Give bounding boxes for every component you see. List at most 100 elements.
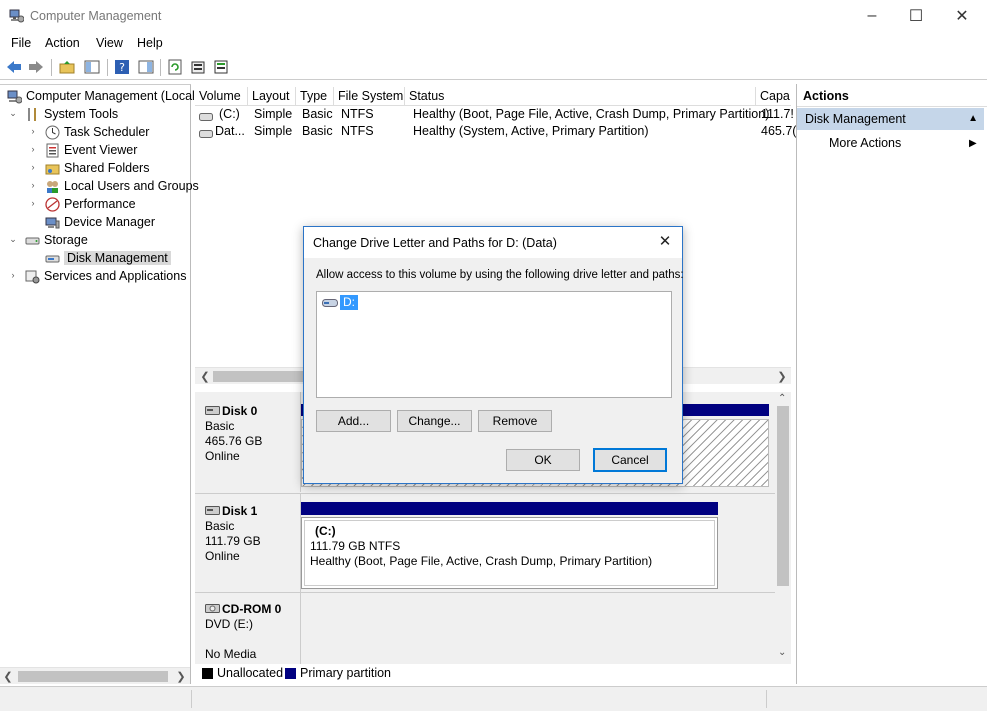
column-volume[interactable]: Volume	[195, 87, 248, 106]
storage-icon	[24, 232, 40, 248]
cancel-button[interactable]: Cancel	[593, 448, 667, 472]
status-bar	[0, 686, 987, 711]
list-item[interactable]: D:	[322, 295, 358, 310]
scroll-right-icon[interactable]: ❯	[775, 370, 789, 383]
tree-task-scheduler[interactable]: Task Scheduler	[44, 123, 149, 141]
tree-disk-management[interactable]: Disk Management	[44, 249, 171, 267]
computer-management-icon	[9, 8, 25, 23]
toolbar-separator	[51, 59, 52, 76]
disk-1-info[interactable]: Disk 1 Basic 111.79 GB Online	[196, 504, 299, 564]
ok-button[interactable]: OK	[506, 449, 580, 471]
users-icon	[44, 178, 60, 194]
chevron-right-icon[interactable]: ›	[28, 180, 38, 190]
column-status[interactable]: Status	[405, 87, 756, 106]
menu-view[interactable]: View	[96, 36, 123, 50]
menu-file[interactable]: File	[11, 36, 31, 50]
chevron-right-icon[interactable]: ›	[28, 198, 38, 208]
toolbar-separator	[160, 59, 161, 76]
tree-device-manager[interactable]: Device Manager	[44, 213, 155, 231]
tree-performance[interactable]: Performance	[44, 195, 136, 213]
maximize-button[interactable]: ☐	[893, 0, 939, 32]
cdrom-0-info[interactable]: CD-ROM 0 DVD (E:) No Media	[196, 602, 299, 662]
actions-pane: Actions Disk Management ▲ More Actions ▶	[796, 84, 987, 684]
drive-letter-list[interactable]: D:	[316, 291, 672, 398]
services-icon	[24, 268, 40, 284]
tree-event-viewer[interactable]: Event Viewer	[44, 141, 137, 159]
show-hide-console-tree-icon[interactable]	[83, 58, 101, 76]
change-button[interactable]: Change...	[397, 410, 472, 432]
volume-drive-icon	[199, 110, 213, 124]
tree-local-users[interactable]: Local Users and Groups	[44, 177, 199, 195]
shared-folder-icon	[44, 160, 60, 176]
tree-shared-folders[interactable]: Shared Folders	[44, 159, 149, 177]
dialog-close-icon[interactable]: ✕	[656, 233, 674, 251]
scroll-thumb[interactable]	[777, 406, 789, 586]
tree-services[interactable]: Services and Applications	[24, 267, 186, 285]
refresh-icon[interactable]	[166, 58, 184, 76]
chevron-right-icon[interactable]: ›	[8, 270, 18, 280]
more-actions-item[interactable]: More Actions	[829, 136, 901, 150]
column-layout[interactable]: Layout	[248, 87, 296, 106]
divider	[191, 690, 192, 708]
drive-icon	[322, 298, 338, 308]
menu-action[interactable]: Action	[45, 36, 80, 50]
tree-root[interactable]: Computer Management (Local	[6, 87, 195, 105]
column-file-system[interactable]: File System	[334, 87, 405, 106]
properties-icon[interactable]	[189, 58, 207, 76]
primary-partition-bar	[301, 502, 718, 515]
up-folder-icon[interactable]	[58, 58, 76, 76]
actions-header: Actions	[797, 86, 987, 107]
column-capacity[interactable]: Capa	[756, 87, 791, 106]
export-list-icon[interactable]	[212, 58, 230, 76]
add-button[interactable]: Add...	[316, 410, 391, 432]
back-arrow-icon[interactable]	[5, 58, 23, 76]
chevron-right-icon[interactable]: ›	[28, 126, 38, 136]
disk-management-icon	[44, 250, 60, 266]
chevron-down-icon[interactable]: ⌄	[8, 108, 18, 119]
menu-help[interactable]: Help	[137, 36, 163, 50]
table-row[interactable]: (C:) Simple Basic NTFS Healthy (Boot, Pa…	[195, 106, 794, 124]
unallocated-swatch	[202, 668, 213, 679]
title-bar: Computer Management – ☐ ✕	[0, 0, 987, 32]
table-row[interactable]: Dat... Simple Basic NTFS Healthy (System…	[195, 123, 796, 141]
collapse-arrow-icon[interactable]: ▲	[968, 108, 978, 130]
disk-1-partition-c[interactable]: (C:) 111.79 GB NTFS Healthy (Boot, Page …	[301, 517, 718, 589]
menu-bar: File Action View Help	[0, 33, 987, 53]
window-title: Computer Management	[30, 9, 162, 23]
divider	[766, 690, 767, 708]
remove-button[interactable]: Remove	[478, 410, 552, 432]
scroll-down-icon[interactable]: ⌄	[778, 647, 786, 658]
tree-horizontal-scrollbar[interactable]: ❮ ❯	[0, 667, 190, 684]
chevron-right-icon[interactable]: ›	[28, 144, 38, 154]
volume-drive-icon	[199, 127, 213, 141]
cd-drive-icon	[205, 602, 220, 617]
svg-text:?: ?	[119, 61, 125, 74]
help-icon[interactable]: ?	[113, 58, 131, 76]
cdrom-area	[301, 593, 775, 665]
disk-icon	[205, 504, 220, 519]
show-hide-action-pane-icon[interactable]	[137, 58, 155, 76]
event-viewer-icon	[44, 142, 60, 158]
performance-icon	[44, 196, 60, 212]
scroll-up-icon[interactable]: ⌃	[778, 393, 786, 404]
minimize-button[interactable]: –	[849, 0, 895, 32]
toolbar: ?	[0, 55, 987, 80]
clock-icon	[44, 124, 60, 140]
submenu-arrow-icon[interactable]: ▶	[969, 138, 977, 149]
actions-section-disk-management[interactable]: Disk Management ▲	[797, 108, 984, 130]
dialog-instruction: Allow access to this volume by using the…	[316, 269, 684, 281]
chevron-right-icon[interactable]: ›	[28, 162, 38, 172]
scroll-left-icon[interactable]: ❮	[198, 370, 212, 383]
column-type[interactable]: Type	[296, 87, 334, 106]
close-button[interactable]: ✕	[939, 0, 985, 32]
scroll-left-icon[interactable]: ❮	[1, 670, 15, 683]
chevron-down-icon[interactable]: ⌄	[8, 234, 18, 245]
disk-0-info[interactable]: Disk 0 Basic 465.76 GB Online	[196, 404, 299, 464]
forward-arrow-icon[interactable]	[27, 58, 45, 76]
scroll-thumb[interactable]	[18, 671, 168, 682]
tree-system-tools[interactable]: System Tools	[24, 105, 118, 123]
dialog-title-bar: Change Drive Letter and Paths for D: (Da…	[304, 227, 682, 258]
disk-vertical-scrollbar[interactable]: ⌃ ⌄	[775, 392, 791, 664]
tree-storage[interactable]: Storage	[24, 231, 88, 249]
scroll-right-icon[interactable]: ❯	[174, 670, 188, 683]
